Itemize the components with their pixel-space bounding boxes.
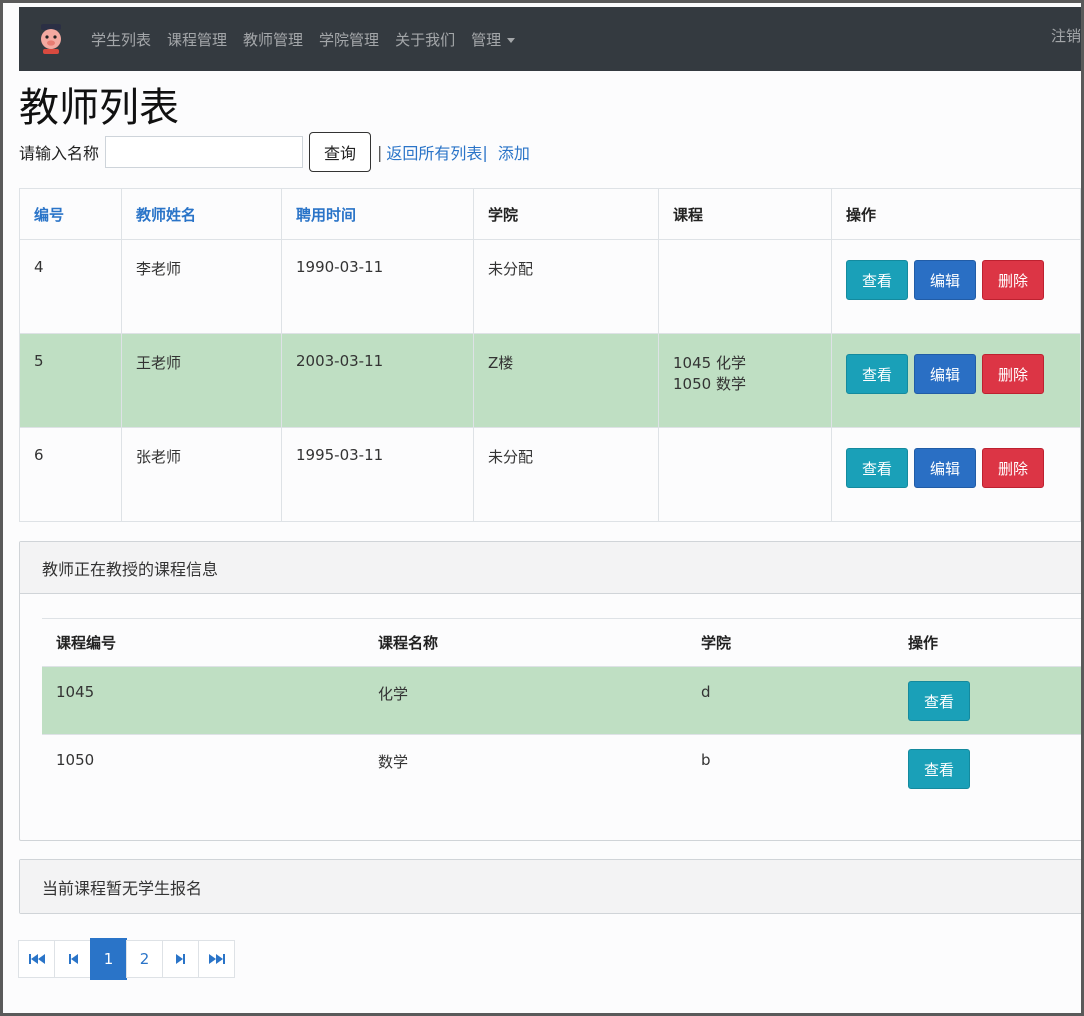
next-page-button[interactable] — [162, 940, 199, 978]
table-row: 1045 化学 d 查看 — [42, 666, 1081, 735]
nav-admin-label: 管理 — [471, 30, 502, 49]
course-entry: 1050 数学 — [673, 375, 746, 393]
nav-admin-dropdown[interactable]: 管理 — [471, 29, 516, 50]
delete-button[interactable]: 删除 — [982, 260, 1044, 300]
cell-college: 未分配 — [473, 239, 659, 334]
card-header: 教师正在教授的课程信息 — [20, 542, 1081, 594]
search-button[interactable]: 查询 — [309, 132, 372, 172]
last-page-button[interactable] — [198, 940, 235, 978]
cell-actions: 查看 编辑 删除 — [831, 333, 1081, 428]
edit-button[interactable]: 编辑 — [914, 354, 976, 394]
table-row: 5 王老师 2003-03-11 Z楼 1045 化学 1050 数学 查看 编辑… — [19, 333, 1081, 428]
table-row: 4 李老师 1990-03-11 未分配 查看 编辑 删除 — [19, 239, 1081, 334]
cell-course-name: 化学 — [364, 666, 687, 735]
courses-table: 课程编号 课程名称 学院 操作 1045 化学 d 查看 1050 数学 b 查… — [42, 618, 1081, 803]
cell-college: b — [687, 734, 894, 803]
course-entry: 1045 化学 — [673, 354, 746, 372]
nav-course-management[interactable]: 课程管理 — [167, 29, 227, 50]
add-link[interactable]: 添加 — [498, 140, 530, 164]
nav-student-list[interactable]: 学生列表 — [91, 29, 151, 50]
view-button[interactable]: 查看 — [908, 681, 970, 721]
header-actions: 操作 — [894, 618, 1081, 667]
search-bar: 请输入名称 查询 | 返回所有列表 | 添加 — [19, 131, 530, 173]
teaching-courses-card: 教师正在教授的课程信息 课程编号 课程名称 学院 操作 1045 化学 d 查看 — [19, 541, 1081, 841]
cell-actions: 查看 编辑 删除 — [831, 427, 1081, 522]
separator: | — [482, 142, 488, 162]
cell-course-code: 1050 — [42, 734, 364, 803]
header-hire-date[interactable]: 聘用时间 — [281, 188, 474, 240]
first-page-button[interactable] — [18, 940, 55, 978]
card-header: 当前课程暂无学生报名 — [20, 860, 1081, 913]
header-college: 学院 — [687, 618, 894, 667]
header-college: 学院 — [473, 188, 659, 240]
view-button[interactable]: 查看 — [908, 749, 970, 789]
separator: | — [377, 142, 383, 162]
header-teacher-name[interactable]: 教师姓名 — [121, 188, 282, 240]
nav-college-management[interactable]: 学院管理 — [319, 29, 379, 50]
table-row: 6 张老师 1995-03-11 未分配 查看 编辑 删除 — [19, 427, 1081, 522]
cell-actions: 查看 — [894, 734, 1081, 803]
teacher-table: 编号 教师姓名 聘用时间 学院 课程 操作 4 李老师 1990-03-11 未… — [19, 188, 1081, 522]
table-row: 1050 数学 b 查看 — [42, 734, 1081, 803]
cell-hire-date: 1995-03-11 — [281, 427, 474, 522]
cell-actions: 查看 编辑 删除 — [831, 239, 1081, 334]
cell-name: 张老师 — [121, 427, 282, 522]
cell-courses: 1045 化学 1050 数学 — [658, 333, 832, 428]
edit-button[interactable]: 编辑 — [914, 260, 976, 300]
cell-course-name: 数学 — [364, 734, 687, 803]
nav-about-us[interactable]: 关于我们 — [395, 29, 455, 50]
table-header-row: 编号 教师姓名 聘用时间 学院 课程 操作 — [19, 188, 1081, 240]
page-title: 教师列表 — [19, 85, 179, 131]
cell-college: 未分配 — [473, 427, 659, 522]
header-courses: 课程 — [658, 188, 832, 240]
header-course-code: 课程编号 — [42, 618, 364, 667]
pagination: 1 2 — [18, 938, 235, 980]
cell-college: d — [687, 666, 894, 735]
cell-id: 5 — [19, 333, 122, 428]
page-1-button[interactable]: 1 — [90, 938, 127, 980]
header-course-name: 课程名称 — [364, 618, 687, 667]
cell-courses — [658, 427, 832, 522]
cell-hire-date: 2003-03-11 — [281, 333, 474, 428]
top-navbar: 学生列表 课程管理 教师管理 学院管理 关于我们 管理 注销 — [19, 7, 1081, 71]
header-id[interactable]: 编号 — [19, 188, 122, 240]
step-back-icon — [68, 954, 78, 964]
skip-first-icon — [28, 954, 45, 964]
table-header-row: 课程编号 课程名称 学院 操作 — [42, 618, 1081, 667]
enrolled-students-card: 当前课程暂无学生报名 — [19, 859, 1081, 914]
skip-last-icon — [208, 954, 225, 964]
prev-page-button[interactable] — [54, 940, 91, 978]
view-button[interactable]: 查看 — [846, 260, 908, 300]
cell-courses — [658, 239, 832, 334]
step-forward-icon — [175, 954, 185, 964]
view-button[interactable]: 查看 — [846, 354, 908, 394]
cell-college: Z楼 — [473, 333, 659, 428]
page-2-button[interactable]: 2 — [126, 940, 163, 978]
edit-button[interactable]: 编辑 — [914, 448, 976, 488]
caret-down-icon — [507, 37, 516, 43]
delete-button[interactable]: 删除 — [982, 448, 1044, 488]
cell-name: 王老师 — [121, 333, 282, 428]
nav-teacher-management[interactable]: 教师管理 — [243, 29, 303, 50]
nav-logout[interactable]: 注销 — [1051, 25, 1081, 46]
search-input[interactable] — [105, 136, 304, 168]
page-frame: 学生列表 课程管理 教师管理 学院管理 关于我们 管理 注销 教师列表 请输入名… — [3, 3, 1081, 1013]
pig-mascot-icon[interactable] — [33, 21, 69, 57]
header-actions: 操作 — [831, 188, 1081, 240]
cell-id: 6 — [19, 427, 122, 522]
cell-name: 李老师 — [121, 239, 282, 334]
cell-id: 4 — [19, 239, 122, 334]
cell-course-code: 1045 — [42, 666, 364, 735]
view-button[interactable]: 查看 — [846, 448, 908, 488]
cell-hire-date: 1990-03-11 — [281, 239, 474, 334]
return-all-link[interactable]: 返回所有列表 — [386, 140, 482, 164]
search-label: 请输入名称 — [19, 144, 100, 163]
cell-actions: 查看 — [894, 666, 1081, 735]
delete-button[interactable]: 删除 — [982, 354, 1044, 394]
